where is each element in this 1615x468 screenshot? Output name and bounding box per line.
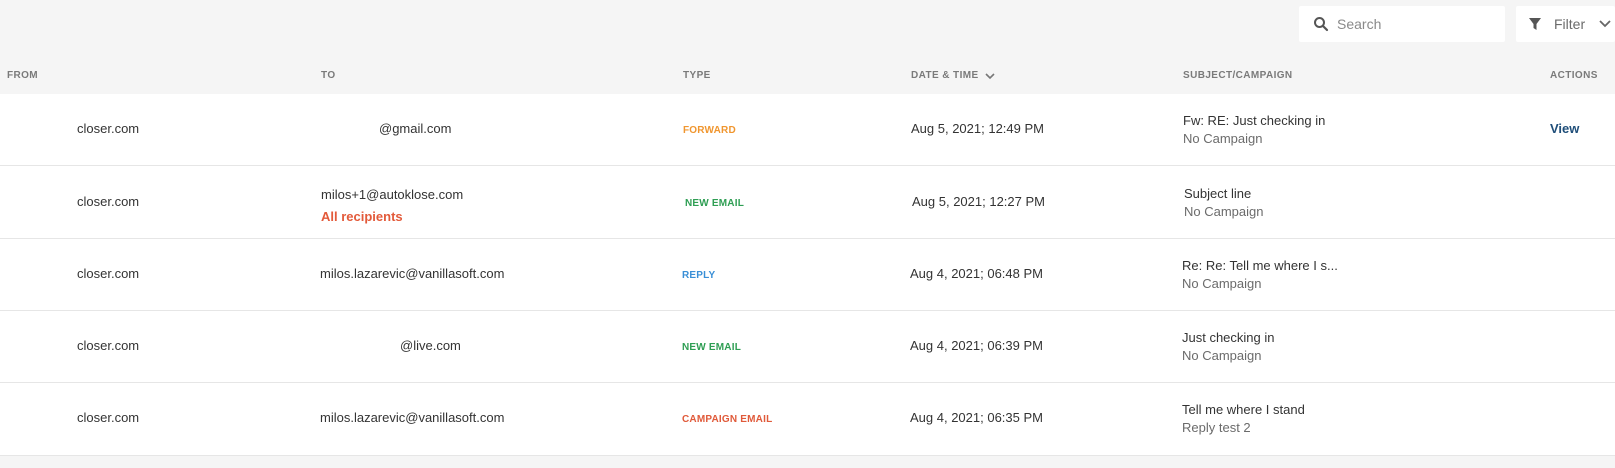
table-header: FROM TO TYPE DATE & TIME SUBJECT/CAMPAIG…: [0, 56, 1615, 94]
to-cell: milos+1@autoklose.com All recipients: [321, 184, 463, 228]
search-input[interactable]: [1337, 6, 1497, 42]
subject-cell: Fw: RE: Just checking in No Campaign: [1183, 112, 1325, 148]
table-row[interactable]: closer.com @gmail.com FORWARD Aug 5, 202…: [0, 94, 1615, 166]
type-badge: NEW EMAIL: [685, 198, 745, 209]
view-link[interactable]: View: [1550, 121, 1579, 136]
column-header-actions: ACTIONS: [1550, 70, 1598, 81]
to-address: milos+1@autoklose.com: [321, 187, 464, 202]
subject-cell: Re: Re: Tell me where I s... No Campaign: [1182, 257, 1338, 293]
datetime-cell: Aug 5, 2021; 12:27 PM: [912, 194, 1045, 209]
campaign-text: No Campaign: [1182, 348, 1262, 363]
type-badge: CAMPAIGN EMAIL: [682, 414, 773, 425]
subject-text: Just checking in: [1182, 330, 1275, 345]
from-cell: closer.com: [77, 194, 140, 209]
to-cell: milos.lazarevic@vanillasoft.com: [320, 266, 505, 281]
to-cell: milos.lazarevic@vanillasoft.com: [320, 410, 505, 425]
subject-cell: Just checking in No Campaign: [1182, 329, 1275, 365]
column-header-to: TO: [321, 70, 336, 81]
subject-cell: Tell me where I stand Reply test 2: [1182, 401, 1305, 437]
datetime-cell: Aug 4, 2021; 06:48 PM: [910, 266, 1043, 281]
table-row[interactable]: closer.com milos.lazarevic@vanillasoft.c…: [0, 239, 1615, 311]
subject-text: Subject line: [1184, 186, 1252, 201]
campaign-text: No Campaign: [1182, 276, 1262, 291]
datetime-cell: Aug 5, 2021; 12:49 PM: [911, 121, 1044, 136]
type-badge: FORWARD: [683, 125, 736, 136]
from-cell: closer.com: [77, 410, 140, 425]
subject-text: Re: Re: Tell me where I s...: [1182, 258, 1338, 273]
filter-icon: [1529, 18, 1541, 30]
table-row[interactable]: closer.com @live.com NEW EMAIL Aug 4, 20…: [0, 311, 1615, 383]
from-cell: closer.com: [77, 121, 140, 136]
campaign-text: Reply test 2: [1182, 420, 1251, 435]
toolbar: Filter: [0, 0, 1615, 48]
chevron-down-icon: [1599, 20, 1611, 28]
subject-text: Fw: RE: Just checking in: [1183, 113, 1326, 128]
sort-chevron-icon: [984, 72, 995, 79]
type-badge: NEW EMAIL: [682, 342, 742, 353]
campaign-text: No Campaign: [1184, 204, 1264, 219]
campaign-text: No Campaign: [1183, 131, 1263, 146]
to-cell: @gmail.com: [379, 121, 452, 136]
table-row[interactable]: closer.com milos+1@autoklose.com All rec…: [0, 166, 1615, 239]
from-cell: closer.com: [77, 266, 140, 281]
to-cell: @live.com: [400, 338, 461, 353]
from-cell: closer.com: [77, 338, 140, 353]
search-icon: [1314, 17, 1329, 32]
type-badge: REPLY: [682, 270, 716, 281]
filter-label: Filter: [1554, 16, 1586, 32]
subject-text: Tell me where I stand: [1182, 402, 1305, 417]
datetime-cell: Aug 4, 2021; 06:35 PM: [910, 410, 1043, 425]
column-header-datetime[interactable]: DATE & TIME: [911, 70, 995, 81]
all-recipients-link[interactable]: All recipients: [321, 206, 463, 228]
subject-cell: Subject line No Campaign: [1184, 185, 1264, 221]
table-row[interactable]: closer.com milos.lazarevic@vanillasoft.c…: [0, 383, 1615, 456]
filter-button[interactable]: Filter: [1516, 6, 1615, 42]
column-header-from: FROM: [7, 70, 39, 81]
search-box[interactable]: [1299, 6, 1505, 42]
column-header-subject: SUBJECT/CAMPAIGN: [1183, 70, 1293, 81]
column-header-type: TYPE: [683, 70, 711, 81]
column-header-datetime-label: DATE & TIME: [911, 70, 979, 81]
datetime-cell: Aug 4, 2021; 06:39 PM: [910, 338, 1043, 353]
